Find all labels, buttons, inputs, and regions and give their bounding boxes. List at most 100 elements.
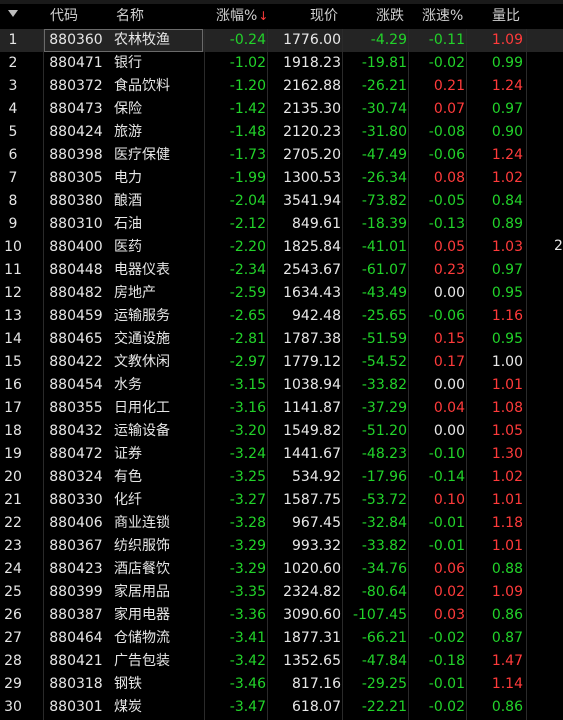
- header-volratio[interactable]: 量比: [492, 4, 520, 29]
- row-index: 18: [4, 423, 22, 439]
- table-row[interactable]: 16 880454 水务 -3.15 1038.94 -33.82 0.00 1.01: [0, 374, 563, 397]
- change-speed: -0.06: [428, 308, 465, 324]
- header-code[interactable]: 代码: [50, 4, 78, 29]
- header-change[interactable]: 涨跌: [376, 4, 404, 29]
- sector-name: 证券: [114, 446, 142, 462]
- price-change: -51.20: [361, 423, 407, 439]
- current-price: 1877.31: [283, 630, 341, 646]
- sector-name: 保险: [114, 101, 142, 117]
- table-row[interactable]: 17 880355 日用化工 -3.16 1141.87 -37.29 0.04 1.08: [0, 397, 563, 420]
- table-row[interactable]: 11 880448 电器仪表 -2.34 2543.67 -61.07 0.23 0.97: [0, 259, 563, 282]
- row-index: 28: [4, 653, 22, 669]
- row-index: 6: [8, 147, 18, 163]
- sector-name: 有色: [114, 469, 142, 485]
- table-row[interactable]: 6 880398 医疗保健 -1.73 2705.20 -47.49 -0.06 1.24: [0, 144, 563, 167]
- table-row[interactable]: 29 880318 钢铁 -3.46 817.16 -29.25 -0.01 1.14: [0, 673, 563, 696]
- price-change: -25.65: [361, 308, 407, 324]
- volume-ratio: 1.01: [491, 492, 523, 508]
- change-percent: -3.29: [229, 538, 266, 554]
- current-price: 2120.23: [283, 124, 341, 140]
- change-speed: -0.06: [428, 147, 465, 163]
- volume-ratio: 1.09: [491, 584, 523, 600]
- change-percent: -3.24: [229, 446, 266, 462]
- change-percent: -3.16: [229, 400, 266, 416]
- volume-ratio: 0.86: [491, 607, 523, 623]
- table-row[interactable]: 21 880330 化纤 -3.27 1587.75 -53.72 0.10 1.01: [0, 489, 563, 512]
- volume-ratio: 1.01: [491, 538, 523, 554]
- table-row[interactable]: 7 880305 电力 -1.99 1300.53 -26.34 0.08 1.02: [0, 167, 563, 190]
- table-row[interactable]: 13 880459 运输服务 -2.65 942.48 -25.65 -0.06 1.16: [0, 305, 563, 328]
- column-divider: [466, 29, 467, 720]
- table-row[interactable]: 9 880310 石油 -2.12 849.61 -18.39 -0.13 0.89: [0, 213, 563, 236]
- price-change: -47.49: [361, 147, 407, 163]
- header-name[interactable]: 名称: [116, 4, 144, 29]
- table-row[interactable]: 3 880372 食品饮料 -1.20 2162.88 -26.21 0.21 1.24: [0, 75, 563, 98]
- table-row[interactable]: 27 880464 仓储物流 -3.41 1877.31 -66.21 -0.02 0.87: [0, 627, 563, 650]
- header-speed[interactable]: 涨速%: [422, 4, 463, 29]
- price-change: -41.01: [361, 239, 407, 255]
- table-row[interactable]: 28 880421 广告包装 -3.42 1352.65 -47.84 -0.18 1.47: [0, 650, 563, 673]
- sector-name: 石油: [114, 216, 142, 232]
- change-percent: -3.20: [229, 423, 266, 439]
- current-price: 1779.12: [283, 354, 341, 370]
- row-index: 4: [8, 101, 18, 117]
- current-price: 2543.67: [283, 262, 341, 278]
- change-percent: -3.28: [229, 515, 266, 531]
- change-speed: 0.21: [433, 78, 465, 94]
- stock-code: 880421: [49, 653, 103, 669]
- current-price: 534.92: [292, 469, 341, 485]
- table-row[interactable]: 15 880422 文教休闲 -2.97 1779.12 -54.52 0.17 1.00: [0, 351, 563, 374]
- price-change: -26.34: [361, 170, 407, 186]
- price-change: -33.82: [361, 538, 407, 554]
- stock-code: 880380: [49, 193, 103, 209]
- header-pct[interactable]: 涨幅%↓: [216, 4, 268, 29]
- current-price: 1300.53: [283, 170, 341, 186]
- change-speed: 0.23: [433, 262, 465, 278]
- table-row[interactable]: 18 880432 运输设备 -3.20 1549.82 -51.20 0.00 1.05: [0, 420, 563, 443]
- change-speed: 0.10: [433, 492, 465, 508]
- table-row[interactable]: 14 880465 交通设施 -2.81 1787.38 -51.59 0.15 0.95: [0, 328, 563, 351]
- table-row[interactable]: 12 880482 房地产 -2.59 1634.43 -43.49 0.00 0.95: [0, 282, 563, 305]
- volume-ratio: 0.95: [491, 285, 523, 301]
- table-row[interactable]: 26 880387 家用电器 -3.36 3090.60 -107.45 0.03 0.86: [0, 604, 563, 627]
- table-row[interactable]: 5 880424 旅游 -1.48 2120.23 -31.80 -0.08 0.90: [0, 121, 563, 144]
- sort-dropdown-icon[interactable]: [8, 10, 18, 17]
- table-row[interactable]: 2 880471 银行 -1.02 1918.23 -19.81 -0.02 0.99: [0, 52, 563, 75]
- header-pct-label: 涨幅%: [216, 8, 258, 24]
- selected-row-outline: [44, 29, 203, 52]
- table-row[interactable]: 23 880367 纺织服饰 -3.29 993.32 -33.82 -0.01 1.01: [0, 535, 563, 558]
- sector-name: 水务: [114, 377, 142, 393]
- sector-name: 纺织服饰: [114, 538, 170, 554]
- change-speed: 0.08: [433, 170, 465, 186]
- price-change: -17.96: [361, 469, 407, 485]
- volume-ratio: 1.00: [491, 354, 523, 370]
- header-price[interactable]: 现价: [310, 4, 338, 29]
- table-row[interactable]: 20 880324 有色 -3.25 534.92 -17.96 -0.14 1.02: [0, 466, 563, 489]
- row-index: 23: [4, 538, 22, 554]
- table-row[interactable]: 8 880380 酿酒 -2.04 3541.94 -73.82 -0.05 0.84: [0, 190, 563, 213]
- volume-ratio: 1.18: [491, 515, 523, 531]
- table-row[interactable]: 4 880473 保险 -1.42 2135.30 -30.74 0.07 0.97: [0, 98, 563, 121]
- table-row[interactable]: 19 880472 证券 -3.24 1441.67 -48.23 -0.10 1.30: [0, 443, 563, 466]
- table-row[interactable]: 24 880423 酒店餐饮 -3.29 1020.60 -34.76 0.06 0.88: [0, 558, 563, 581]
- volume-ratio: 1.47: [491, 653, 523, 669]
- change-speed: -0.18: [428, 653, 465, 669]
- table-row[interactable]: 30 880301 煤炭 -3.47 618.07 -22.21 -0.02 0.86: [0, 696, 563, 719]
- table-row[interactable]: 22 880406 商业连锁 -3.28 967.45 -32.84 -0.01 1.18: [0, 512, 563, 535]
- sector-name: 旅游: [114, 124, 142, 140]
- table-row[interactable]: 25 880399 家居用品 -3.35 2324.82 -80.64 0.02 1.09: [0, 581, 563, 604]
- sector-name: 电器仪表: [114, 262, 170, 278]
- change-speed: 0.17: [433, 354, 465, 370]
- change-speed: 0.07: [433, 101, 465, 117]
- price-change: -37.29: [361, 400, 407, 416]
- table-row[interactable]: 10 880400 医药 -2.20 1825.84 -41.01 0.05 1.03: [0, 236, 563, 259]
- change-percent: -1.99: [229, 170, 266, 186]
- volume-ratio: 0.86: [491, 699, 523, 715]
- change-percent: -2.04: [229, 193, 266, 209]
- change-percent: -0.24: [229, 32, 266, 48]
- volume-ratio: 1.24: [491, 78, 523, 94]
- change-speed: 0.00: [433, 377, 465, 393]
- change-speed: -0.01: [428, 676, 465, 692]
- change-percent: -2.20: [229, 239, 266, 255]
- change-speed: -0.02: [428, 699, 465, 715]
